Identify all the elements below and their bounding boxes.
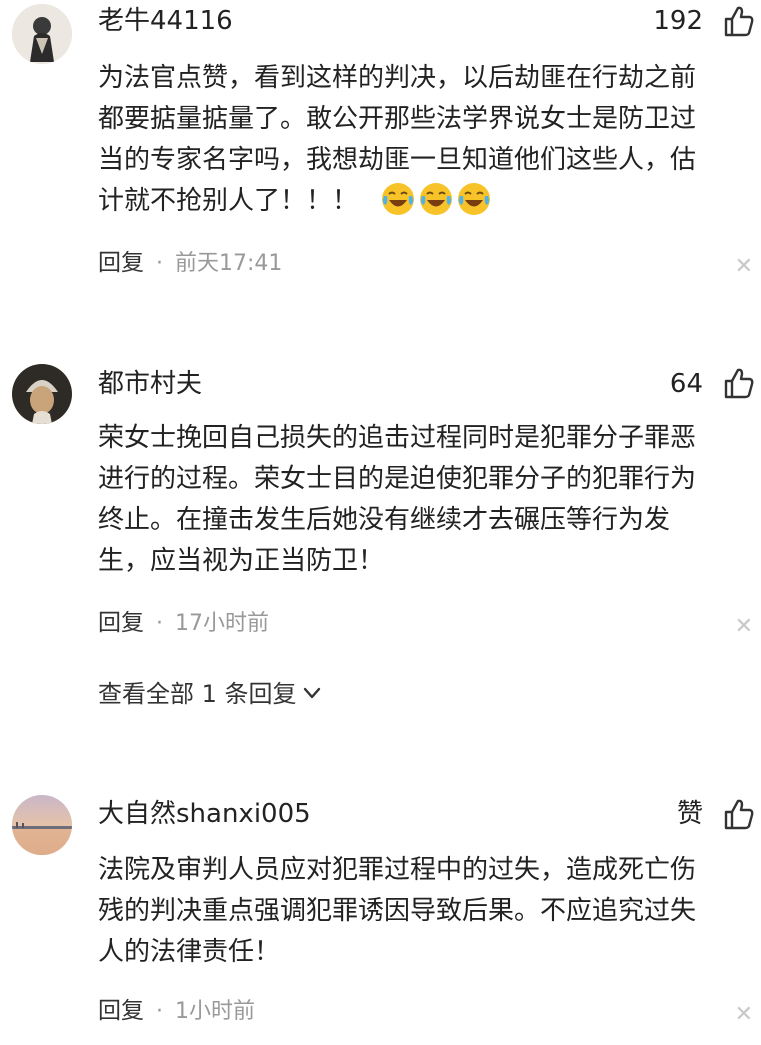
avatar[interactable]	[12, 4, 72, 64]
like-count: 192	[653, 6, 703, 36]
reply-button[interactable]: 回复	[98, 998, 144, 1024]
crying-laughing-emoji-icon	[458, 183, 491, 215]
close-icon[interactable]: ✕	[735, 1000, 753, 1030]
reply-button[interactable]: 回复	[98, 610, 144, 636]
timestamp: 17小时前	[175, 611, 269, 636]
chevron-down-icon	[303, 687, 320, 699]
comment-text-line: 荣女士挽回自己损失的追击过程同时是犯罪分子罪恶	[98, 423, 697, 453]
comment-text-line: 残的判决重点强调犯罪诱因导致后果。不应追究过失	[98, 896, 697, 926]
like-button-label[interactable]: 赞	[677, 797, 703, 831]
comment-text-line: 终止。在撞击发生后她没有继续才去碾压等行为发	[98, 505, 671, 535]
avatar[interactable]	[12, 795, 72, 855]
thumbs-up-icon[interactable]	[723, 366, 755, 400]
separator-dot: ·	[156, 611, 163, 636]
like-count: 64	[669, 369, 703, 399]
comment-text-line: 计就不抢别人了！！！	[98, 186, 359, 216]
comment-meta: 回复 · 前天17:41	[98, 248, 282, 279]
comment-text-line: 法院及审判人员应对犯罪过程中的过失，造成死亡伤	[98, 855, 697, 885]
comment-text-line: 当的专家名字吗，我想劫匪一旦知道他们这些人，估	[98, 145, 697, 175]
reply-button[interactable]: 回复	[98, 250, 144, 276]
comment-text-line: 人的法律责任！	[98, 937, 281, 967]
separator-dot: ·	[156, 999, 163, 1024]
crying-laughing-emoji-icon	[382, 183, 415, 215]
close-icon[interactable]: ✕	[735, 252, 753, 282]
close-icon[interactable]: ✕	[735, 612, 753, 642]
view-all-replies-link[interactable]: 查看全部 1 条回复	[98, 678, 321, 710]
comment-text-line: 生，应当视为正当防卫！	[98, 546, 385, 576]
timestamp: 1小时前	[175, 999, 255, 1024]
comment-text: 为法官点赞，看到这样的判决，以后劫匪在行劫之前 都要掂量掂量了。敢公开那些法学界…	[98, 58, 748, 222]
view-all-replies-label: 查看全部 1 条回复	[98, 680, 297, 708]
username[interactable]: 大自然shanxi005	[98, 797, 311, 831]
avatar[interactable]	[12, 364, 72, 424]
comment-text-line: 为法官点赞，看到这样的判决，以后劫匪在行劫之前	[98, 63, 697, 93]
comment-meta: 回复 · 1小时前	[98, 996, 255, 1027]
username[interactable]: 老牛44116	[98, 4, 233, 38]
username[interactable]: 都市村夫	[98, 367, 202, 401]
comment-text-line: 都要掂量掂量了。敢公开那些法学界说女士是防卫过	[98, 104, 697, 134]
comment-meta: 回复 · 17小时前	[98, 608, 269, 639]
comment-text-line: 进行的过程。荣女士目的是迫使犯罪分子的犯罪行为	[98, 464, 697, 494]
crying-laughing-emoji-icon	[420, 183, 453, 215]
thumbs-up-icon[interactable]	[723, 797, 755, 831]
separator-dot: ·	[156, 251, 163, 276]
timestamp: 前天17:41	[175, 251, 283, 276]
comment-text: 法院及审判人员应对犯罪过程中的过失，造成死亡伤 残的判决重点强调犯罪诱因导致后果…	[98, 850, 748, 973]
thumbs-up-icon[interactable]	[723, 4, 755, 38]
comment-text: 荣女士挽回自己损失的追击过程同时是犯罪分子罪恶 进行的过程。荣女士目的是迫使犯罪…	[98, 418, 748, 582]
